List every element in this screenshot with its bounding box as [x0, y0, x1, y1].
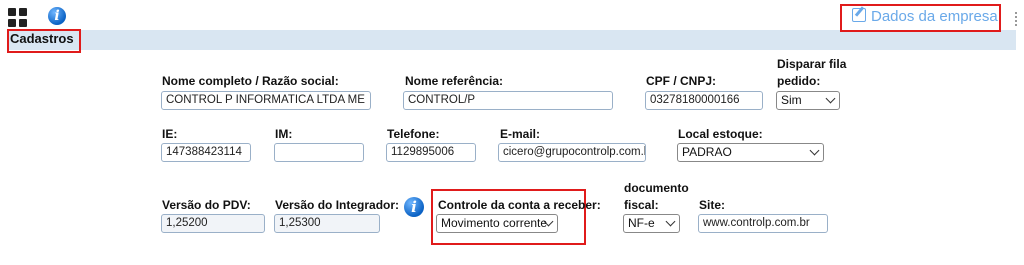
cpf-cnpj-input[interactable]: 03278180000166: [645, 91, 763, 110]
nome-referencia-input[interactable]: CONTROL/P: [403, 91, 613, 110]
controle-conta-select[interactable]: Movimento corrente: [436, 214, 558, 233]
apps-grid-icon[interactable]: [8, 8, 28, 28]
versao-integrador-label: Versão do Integrador:: [275, 198, 400, 212]
documento-fiscal-label-line1: documento: [624, 181, 689, 195]
site-label: Site:: [699, 198, 726, 212]
controle-conta-label: Controle da conta a receber:: [438, 198, 601, 212]
section-title: Cadastros: [10, 31, 74, 46]
documento-fiscal-value: NF-e: [628, 216, 655, 230]
section-header-bar: [8, 30, 1016, 50]
ie-label: IE:: [162, 127, 178, 141]
info-icon[interactable]: i: [48, 7, 66, 25]
edit-icon: [852, 8, 866, 22]
cpf-cnpj-label: CPF / CNPJ:: [646, 74, 717, 88]
dados-empresa-label: Dados da empresa: [871, 8, 998, 25]
documento-fiscal-select[interactable]: NF-e: [623, 214, 680, 233]
chevron-down-icon: [825, 93, 836, 104]
versao-pdv-label: Versão do PDV:: [162, 198, 251, 212]
versao-pdv-input[interactable]: 1,25200: [161, 214, 265, 233]
email-input[interactable]: cicero@grupocontrolp.com.br: [498, 143, 646, 162]
nome-completo-label: Nome completo / Razão social:: [162, 74, 339, 88]
ie-input[interactable]: 147388423114: [161, 143, 251, 162]
info-icon[interactable]: i: [404, 197, 424, 217]
disparar-fila-label-line1: Disparar fila: [777, 57, 847, 71]
im-label: IM:: [275, 127, 293, 141]
im-input[interactable]: [274, 143, 364, 162]
vertical-dots-icon[interactable]: [1015, 12, 1019, 26]
versao-integrador-input[interactable]: 1,25300: [274, 214, 380, 233]
chevron-down-icon: [809, 145, 820, 156]
telefone-label: Telefone:: [387, 127, 440, 141]
email-label: E-mail:: [500, 127, 541, 141]
local-estoque-label: Local estoque:: [678, 127, 763, 141]
local-estoque-select[interactable]: PADRAO: [677, 143, 824, 162]
site-input[interactable]: www.controlp.com.br: [698, 214, 828, 233]
controle-conta-value: Movimento corrente: [441, 216, 548, 230]
disparar-fila-value: Sim: [781, 93, 802, 107]
nome-completo-input[interactable]: CONTROL P INFORMATICA LTDA ME: [161, 91, 371, 110]
nome-referencia-label: Nome referência:: [405, 74, 504, 88]
dados-empresa-link[interactable]: Dados da empresa: [852, 8, 998, 25]
disparar-fila-label-line2: pedido:: [777, 74, 821, 88]
documento-fiscal-label-line2: fiscal:: [624, 198, 659, 212]
disparar-fila-select[interactable]: Sim: [776, 91, 840, 110]
local-estoque-value: PADRAO: [682, 145, 732, 159]
telefone-input[interactable]: 1129895006: [386, 143, 476, 162]
chevron-down-icon: [665, 216, 676, 227]
